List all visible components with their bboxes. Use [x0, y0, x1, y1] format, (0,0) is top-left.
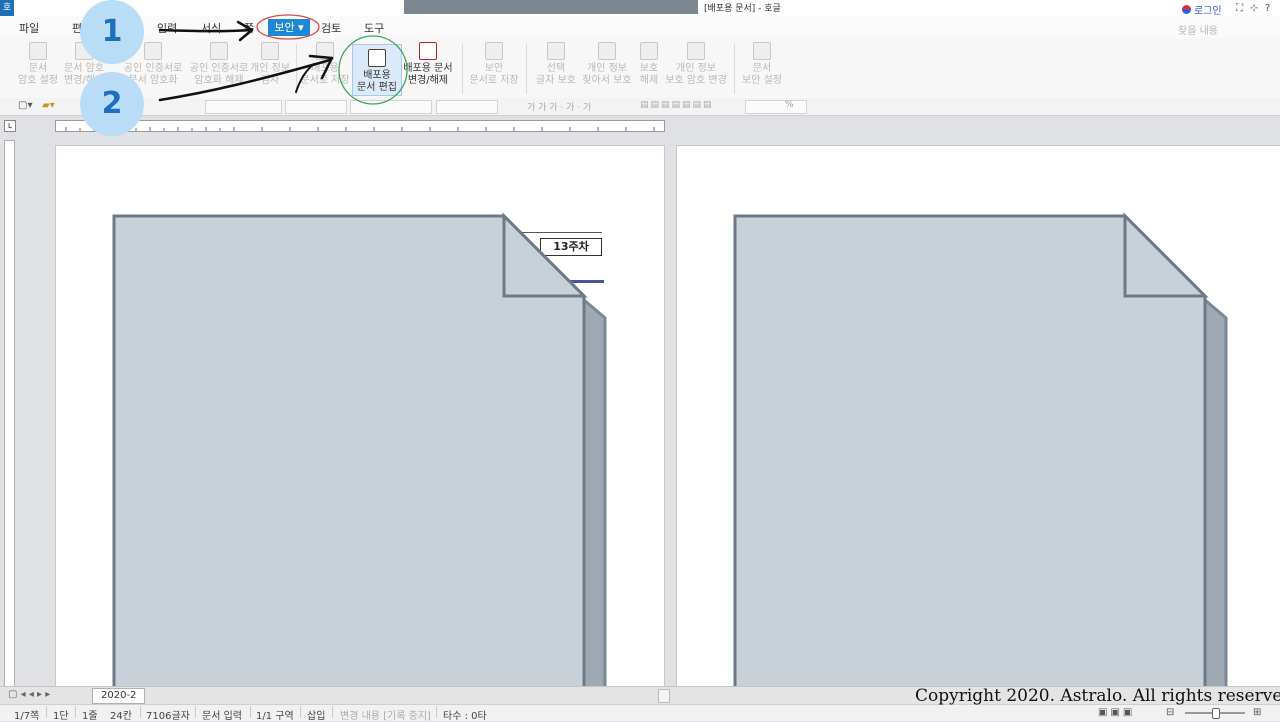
document-tab[interactable]: 2020-2 [92, 688, 146, 704]
status-separator [195, 706, 196, 718]
status-separator [75, 706, 76, 718]
step-2-badge: 2 [80, 72, 144, 136]
annotation-overlay [158, 14, 408, 105]
arrow-step2 [158, 58, 332, 102]
status-separator [436, 706, 437, 718]
highlight-edit-button [338, 35, 408, 105]
zoom-slider-thumb[interactable] [1212, 708, 1220, 719]
status-separator [332, 706, 333, 718]
arrow-step1 [158, 28, 254, 33]
status-separator [250, 706, 251, 718]
copyright-text: Copyright 2020. Astralo. All rights rese… [915, 686, 1280, 706]
zoom-out-icon[interactable]: ⊟ [1166, 707, 1174, 718]
status-separator [300, 706, 301, 718]
zoom-in-icon[interactable]: ⊞ [1253, 707, 1261, 718]
step-1-badge: 1 [80, 0, 144, 64]
tab-nav-icon[interactable]: ▢ ◂ ◂ ▸ ▸ [8, 689, 50, 700]
view-mode-icons[interactable]: ▣▣▣ [1098, 707, 1135, 718]
scroll-left-button[interactable] [658, 689, 670, 703]
status-bar [0, 704, 1280, 721]
status-separator [46, 706, 47, 718]
highlight-security-menu [256, 14, 320, 40]
status-separator [140, 706, 141, 718]
